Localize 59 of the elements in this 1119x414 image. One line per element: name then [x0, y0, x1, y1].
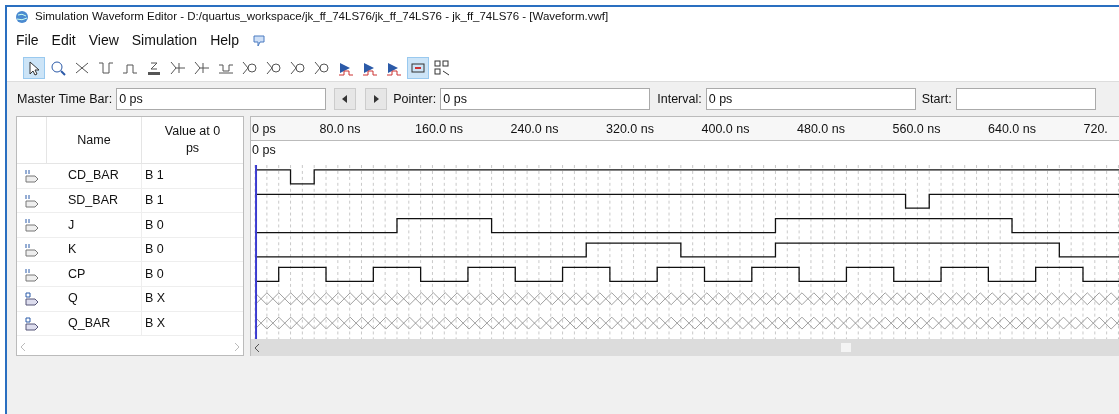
- master-time-bar-label: Master Time Bar:: [17, 90, 113, 108]
- output-pin-icon: [24, 290, 40, 308]
- zoom-icon: [49, 58, 67, 77]
- time-ruler-label: 0 ps: [252, 121, 276, 138]
- scrollbar-thumb[interactable]: [841, 343, 851, 353]
- time-ruler-label: 640.0 ns: [988, 121, 1036, 138]
- start-label: Start:: [921, 90, 952, 108]
- horizontal-scrollbar[interactable]: [251, 339, 1119, 356]
- signal-value: B 0: [145, 265, 164, 283]
- signal-name[interactable]: Q: [68, 289, 78, 309]
- name-column-header[interactable]: Name: [47, 117, 142, 163]
- menu-item[interactable]: Simulation: [131, 30, 198, 51]
- menu-item[interactable]: Edit: [51, 30, 76, 51]
- start-field[interactable]: [955, 88, 1096, 110]
- toolbar-button[interactable]: [407, 56, 429, 79]
- interval-field[interactable]: 0 ps: [705, 88, 916, 110]
- pointer-label: Pointer:: [393, 90, 437, 108]
- next-button[interactable]: [365, 88, 388, 110]
- left-arrow-icon: [342, 95, 349, 103]
- time-ruler-label: 240.0 ns: [510, 121, 559, 138]
- cursor-time-label: 0 ps: [252, 141, 276, 159]
- signal-value: B 1: [145, 167, 164, 185]
- time-ruler-label: 400.0 ns: [701, 121, 750, 138]
- signal-name[interactable]: CP: [68, 264, 86, 284]
- signal-value: B 0: [145, 241, 164, 259]
- right-arrow-icon: [373, 95, 380, 103]
- menu-item[interactable]: View: [88, 30, 119, 51]
- signal-value: B X: [145, 290, 166, 308]
- previous-button[interactable]: [334, 88, 357, 110]
- time-ruler-label: 480.0 ns: [797, 121, 845, 138]
- speech-bubble-icon[interactable]: [251, 33, 266, 48]
- window-title: Simulation Waveform Editor - D:/quartus_workspace/jk_ff_74LS76/jk_ff_74LS76 - jk_ff_74LS76 - [Waveform.vwf]: [35, 9, 609, 25]
- time-ruler-label: 720.: [1083, 121, 1108, 138]
- interval-label: Interval:: [657, 90, 702, 108]
- time-ruler-label: 80.0 ns: [319, 121, 361, 138]
- grid-icon: [433, 58, 451, 77]
- time-ruler-label: 560.0 ns: [892, 121, 941, 138]
- signal-name[interactable]: Q_BAR: [68, 314, 111, 333]
- signal-name[interactable]: K: [68, 240, 77, 259]
- time-ruler-label: 320.0 ns: [606, 121, 654, 138]
- input-pin-icon: [24, 167, 40, 185]
- app-globe-icon: [15, 10, 29, 24]
- output-pin-icon: [24, 314, 40, 332]
- menu-item[interactable]: File: [16, 30, 39, 51]
- signal-name[interactable]: SD_BAR: [68, 191, 119, 210]
- signal-value: B 0: [145, 216, 164, 234]
- input-pin-icon: [24, 241, 40, 259]
- pointer-field[interactable]: 0 ps: [440, 88, 651, 110]
- menu-item[interactable]: Help: [210, 30, 239, 51]
- signal-value: B X: [145, 315, 166, 332]
- signal-value: B 1: [145, 192, 164, 209]
- value-column-header[interactable]: Value at 0 ps: [142, 117, 243, 163]
- toolbar-button[interactable]: [23, 56, 45, 79]
- signal-name[interactable]: J: [68, 215, 75, 235]
- input-pin-icon: [24, 216, 40, 234]
- master-time-bar-field[interactable]: 0 ps: [116, 88, 327, 110]
- scroll-left-icon[interactable]: [255, 343, 260, 352]
- signal-name[interactable]: CD_BAR: [68, 166, 119, 186]
- time-ruler-label: 160.0 ns: [415, 121, 463, 138]
